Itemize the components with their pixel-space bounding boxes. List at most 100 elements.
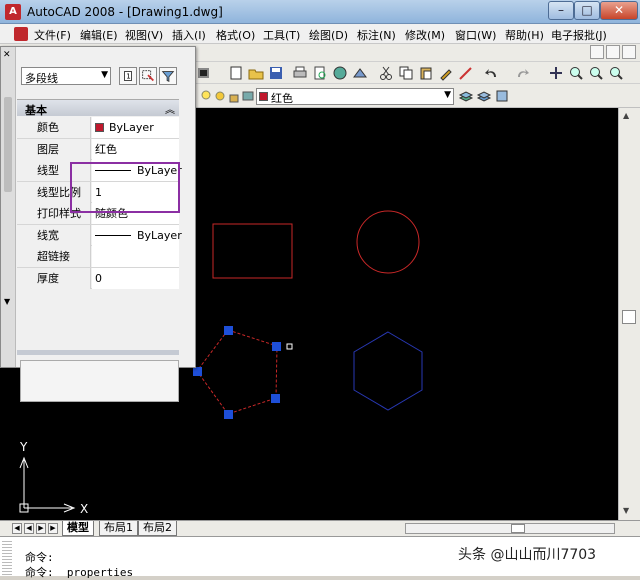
property-name: 线宽	[17, 224, 91, 246]
mdi-restore-button[interactable]	[606, 45, 620, 59]
next-tab-icon[interactable]: ▶	[36, 523, 46, 534]
hexagon-shape[interactable]	[353, 331, 423, 411]
paste-icon[interactable]	[418, 65, 434, 81]
layer-previous-icon[interactable]	[476, 88, 492, 104]
chevron-down-icon: ▼	[444, 90, 451, 100]
vertical-scrollbar[interactable]: ▲ ▼	[618, 108, 640, 520]
match-brush-icon[interactable]	[438, 65, 454, 81]
collapse-chevron-icon[interactable]: ︽	[165, 101, 175, 116]
hscroll-thumb[interactable]	[511, 524, 525, 533]
circle-shape[interactable]	[356, 210, 420, 274]
palette-divider[interactable]	[17, 350, 179, 355]
scroll-up-icon[interactable]: ▲	[623, 111, 629, 120]
new-file-icon[interactable]	[228, 65, 244, 81]
menu-file[interactable]: 文件(F)	[34, 27, 71, 43]
gripper-handle[interactable]	[2, 541, 12, 575]
property-description-panel	[20, 360, 179, 402]
zoom-realtime-icon[interactable]	[568, 65, 584, 81]
property-row-thickness[interactable]: 厚度 0	[17, 267, 179, 289]
undo-icon[interactable]	[484, 65, 500, 81]
match-properties-icon[interactable]	[196, 65, 212, 81]
menu-insert[interactable]: 插入(I)	[172, 27, 206, 43]
maximize-button[interactable]: □	[574, 1, 600, 20]
grip-handle[interactable]	[193, 367, 202, 376]
menu-dimension[interactable]: 标注(N)	[357, 27, 396, 43]
open-file-icon[interactable]	[248, 65, 264, 81]
pentagon-shape-selected[interactable]	[196, 329, 278, 415]
menu-help[interactable]: 帮助(H)	[505, 27, 544, 43]
property-row-color[interactable]: 颜色 ByLayer	[17, 117, 179, 139]
highlight-annotation-box	[70, 162, 180, 213]
layer-dropdown[interactable]: 红色 ▼	[256, 88, 454, 105]
copy-icon[interactable]	[398, 65, 414, 81]
menu-window[interactable]: 窗口(W)	[455, 27, 496, 43]
zoom-previous-icon[interactable]	[608, 65, 624, 81]
property-value-lineweight[interactable]: ByLayer	[92, 224, 182, 246]
tab-layout1[interactable]: 布局1	[99, 521, 138, 536]
menu-view[interactable]: 视图(V)	[125, 27, 163, 43]
ucs-icon	[19, 456, 76, 513]
selection-type-dropdown[interactable]: 多段线 ▼	[21, 67, 111, 85]
property-value-hyperlink[interactable]	[92, 246, 179, 267]
property-value-text: ByLayer	[109, 121, 154, 134]
publish-icon[interactable]	[332, 65, 348, 81]
command-history-line: 命令:	[25, 551, 54, 564]
print-icon[interactable]	[292, 65, 308, 81]
property-row-hyperlink[interactable]: 超链接	[17, 246, 179, 268]
menu-e-approval[interactable]: 电子报批(J)	[551, 27, 607, 43]
menu-modify[interactable]: 修改(M)	[405, 27, 445, 43]
quick-select-icon[interactable]	[159, 67, 177, 85]
last-tab-icon[interactable]: ▶	[48, 523, 58, 534]
mdi-minimize-button[interactable]	[590, 45, 604, 59]
palette-close-icon[interactable]: ✕	[3, 50, 11, 60]
save-icon[interactable]	[268, 65, 284, 81]
scroll-down-icon[interactable]: ▼	[623, 506, 629, 515]
horizontal-scrollbar[interactable]	[405, 523, 615, 534]
title-bar: A AutoCAD 2008 - [Drawing1.dwg] – □ ✕	[0, 0, 640, 24]
grip-handle[interactable]	[272, 342, 281, 351]
property-value-text: ByLayer	[137, 228, 182, 242]
prev-tab-icon[interactable]: ◀	[24, 523, 34, 534]
palette-scroll-down-icon[interactable]: ▼	[4, 297, 10, 306]
minimize-button[interactable]: –	[548, 1, 574, 20]
select-objects-icon[interactable]	[139, 67, 157, 85]
rectangle-shape[interactable]	[212, 223, 293, 279]
plot-icon	[242, 91, 254, 101]
cut-icon[interactable]	[378, 65, 394, 81]
3d-dwf-icon[interactable]	[352, 65, 368, 81]
make-current-layer-icon[interactable]	[458, 88, 474, 104]
layer-states-icon[interactable]	[494, 88, 510, 104]
property-row-layer[interactable]: 图层 红色	[17, 138, 179, 160]
grip-handle[interactable]	[224, 410, 233, 419]
zoom-window-icon[interactable]	[588, 65, 604, 81]
first-tab-icon[interactable]: ◀	[12, 523, 22, 534]
chevron-down-icon: ▼	[101, 70, 108, 80]
menu-tools[interactable]: 工具(T)	[263, 27, 300, 43]
category-general-header[interactable]: 基本 ︽	[17, 99, 179, 117]
property-row-lineweight[interactable]: 线宽 ByLayer	[17, 224, 182, 246]
property-value-color[interactable]: ByLayer	[92, 117, 179, 138]
block-editor-icon[interactable]	[458, 65, 474, 81]
tab-model[interactable]: 模型	[62, 521, 94, 536]
menu-draw[interactable]: 绘图(D)	[309, 27, 348, 43]
grip-handle[interactable]	[224, 326, 233, 335]
redo-icon[interactable]	[514, 65, 530, 81]
palette-scrollbar[interactable]	[4, 97, 12, 192]
property-value-thickness[interactable]: 0	[92, 267, 179, 289]
scroll-thumb[interactable]	[622, 310, 636, 324]
grip-handle[interactable]	[271, 394, 280, 403]
property-name: 超链接	[17, 246, 91, 267]
menu-format[interactable]: 格式(O)	[216, 27, 255, 43]
mdi-close-button[interactable]	[622, 45, 636, 59]
property-value-layer[interactable]: 红色	[92, 138, 179, 160]
close-button[interactable]: ✕	[600, 1, 638, 20]
autocad-app-icon[interactable]: A	[5, 4, 21, 20]
document-icon[interactable]	[14, 27, 28, 41]
pan-icon[interactable]	[548, 65, 564, 81]
tab-layout2[interactable]: 布局2	[138, 521, 177, 536]
palette-title-strip[interactable]: ✕ ▼	[1, 47, 16, 367]
menu-edit[interactable]: 编辑(E)	[80, 27, 118, 43]
print-preview-icon[interactable]	[312, 65, 328, 81]
line-sample	[95, 234, 131, 236]
pickadd-toggle-icon[interactable]: 1	[119, 67, 137, 85]
